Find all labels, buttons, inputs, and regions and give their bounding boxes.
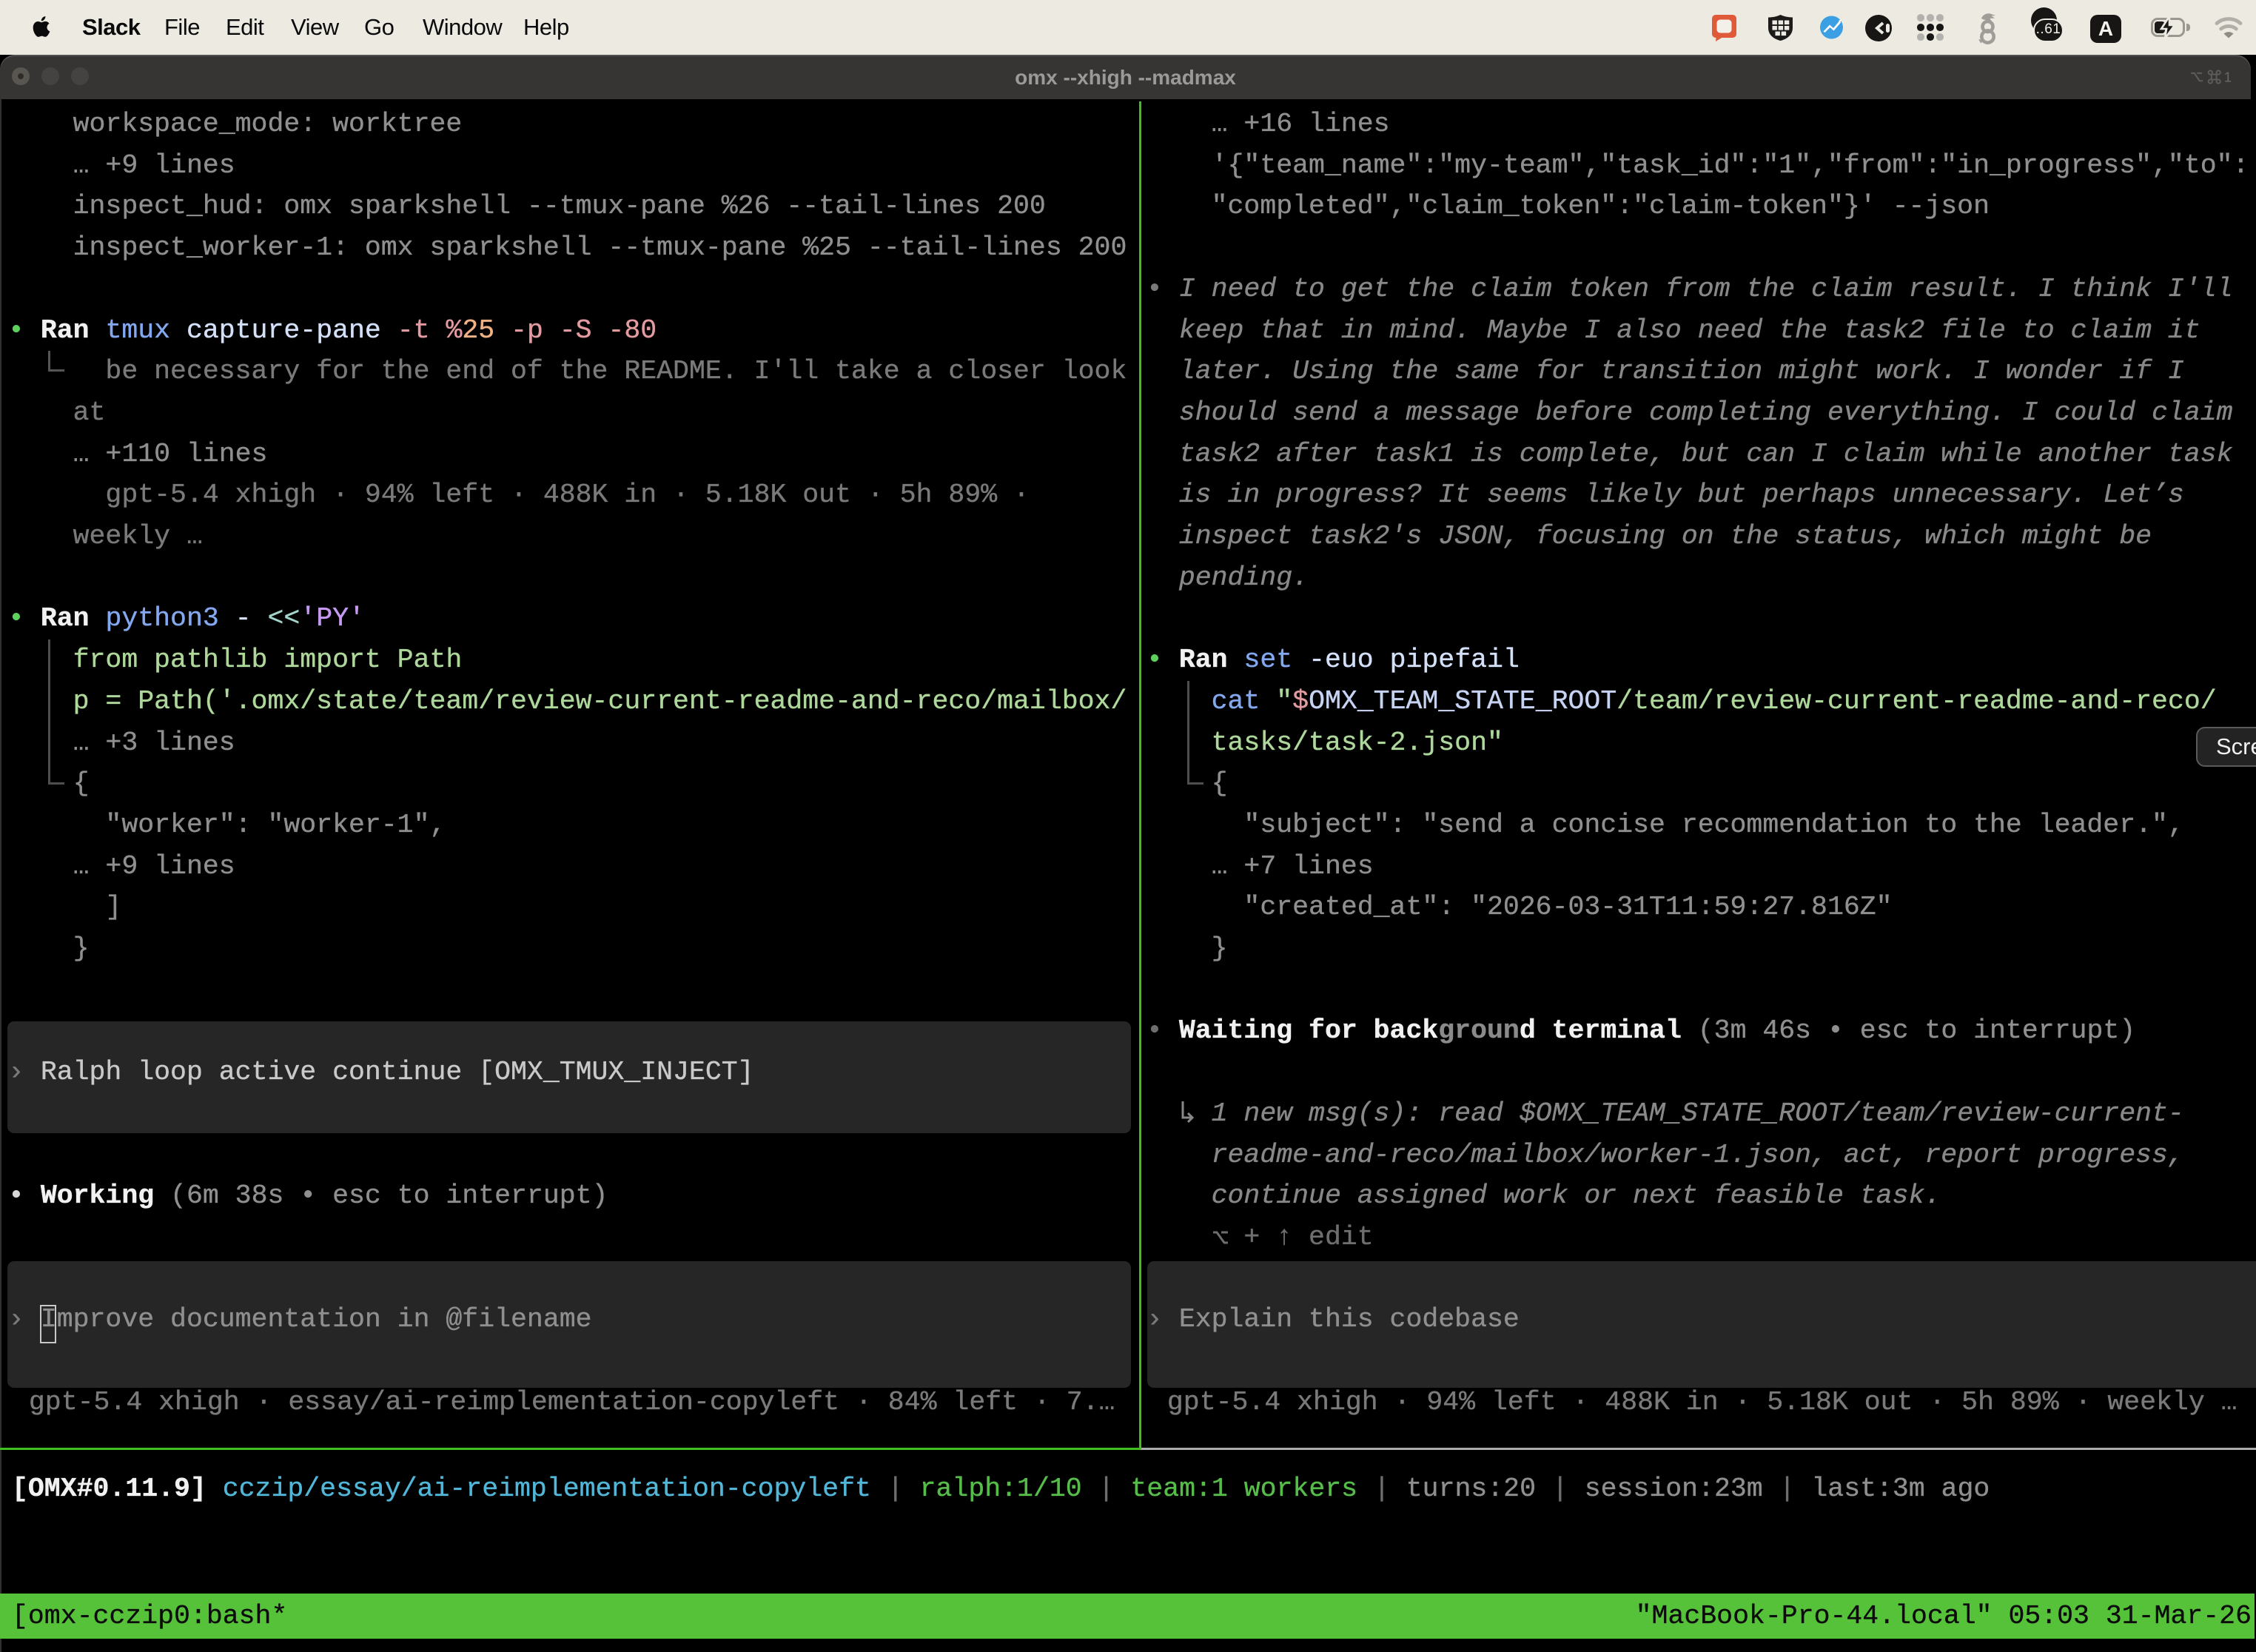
svg-text:1: 1	[2224, 69, 2232, 84]
